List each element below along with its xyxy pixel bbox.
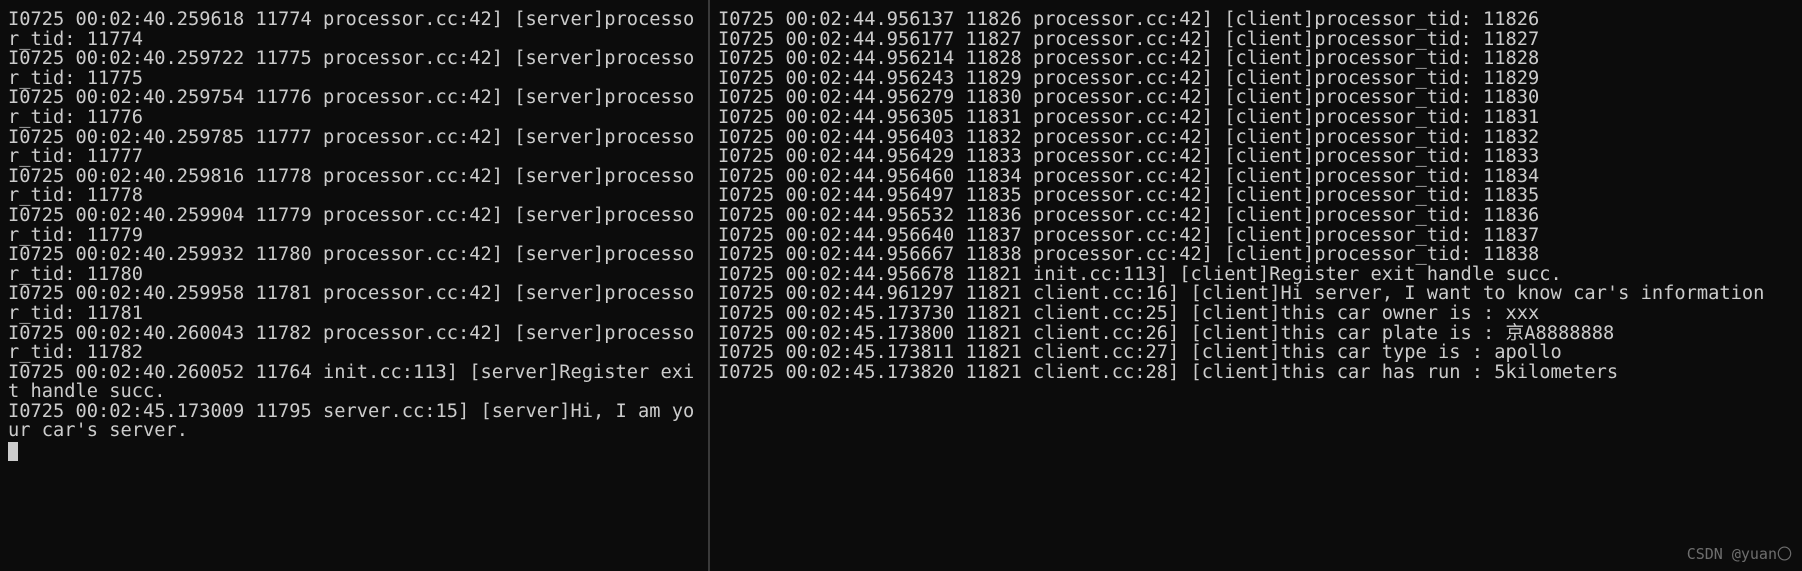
terminal-cursor — [8, 442, 18, 461]
terminal-split: I0725 00:02:40.259618 11774 processor.cc… — [0, 0, 1802, 571]
server-terminal-pane[interactable]: I0725 00:02:40.259618 11774 processor.cc… — [0, 0, 710, 571]
client-log-output: I0725 00:02:44.956137 11826 processor.cc… — [718, 9, 1764, 383]
watermark-text: CSDN @yuan〇 — [1687, 545, 1792, 565]
client-terminal-pane[interactable]: I0725 00:02:44.956137 11826 processor.cc… — [710, 0, 1802, 571]
server-log-output: I0725 00:02:40.259618 11774 processor.cc… — [8, 9, 694, 441]
